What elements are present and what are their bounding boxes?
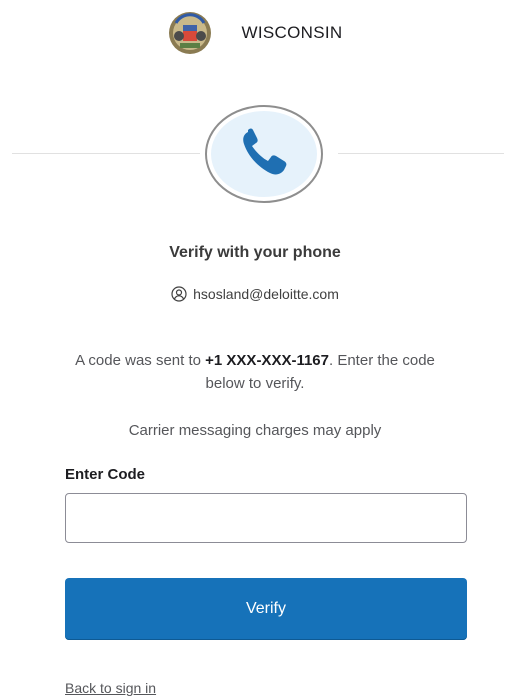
back-to-sign-in-link[interactable]: Back to sign in	[65, 680, 156, 696]
verify-page: WISCONSIN Verify with your phone hsoslan…	[0, 0, 510, 700]
code-input[interactable]	[65, 493, 467, 543]
divider-right	[338, 153, 504, 154]
username-row: hsosland@deloitte.com	[0, 286, 510, 302]
brand-name: WISCONSIN	[241, 23, 343, 42]
header: WISCONSIN	[0, 8, 510, 58]
page-title: Verify with your phone	[169, 244, 341, 261]
message-prefix: A code was sent to	[75, 352, 206, 369]
wisconsin-seal-icon	[168, 12, 211, 54]
verify-button[interactable]: Verify	[65, 578, 467, 640]
masked-phone-number: +1 XXX-XXX-1167	[205, 352, 329, 369]
username-text: hsosland@deloitte.com	[193, 286, 339, 302]
code-field-label: Enter Code	[65, 466, 146, 483]
phone-icon	[205, 105, 323, 203]
carrier-note: Carrier messaging charges may apply	[128, 422, 382, 439]
divider-left	[12, 153, 200, 154]
user-icon	[171, 286, 187, 302]
code-sent-message: A code was sent to +1 XXX-XXX-1167. Ente…	[70, 349, 440, 395]
